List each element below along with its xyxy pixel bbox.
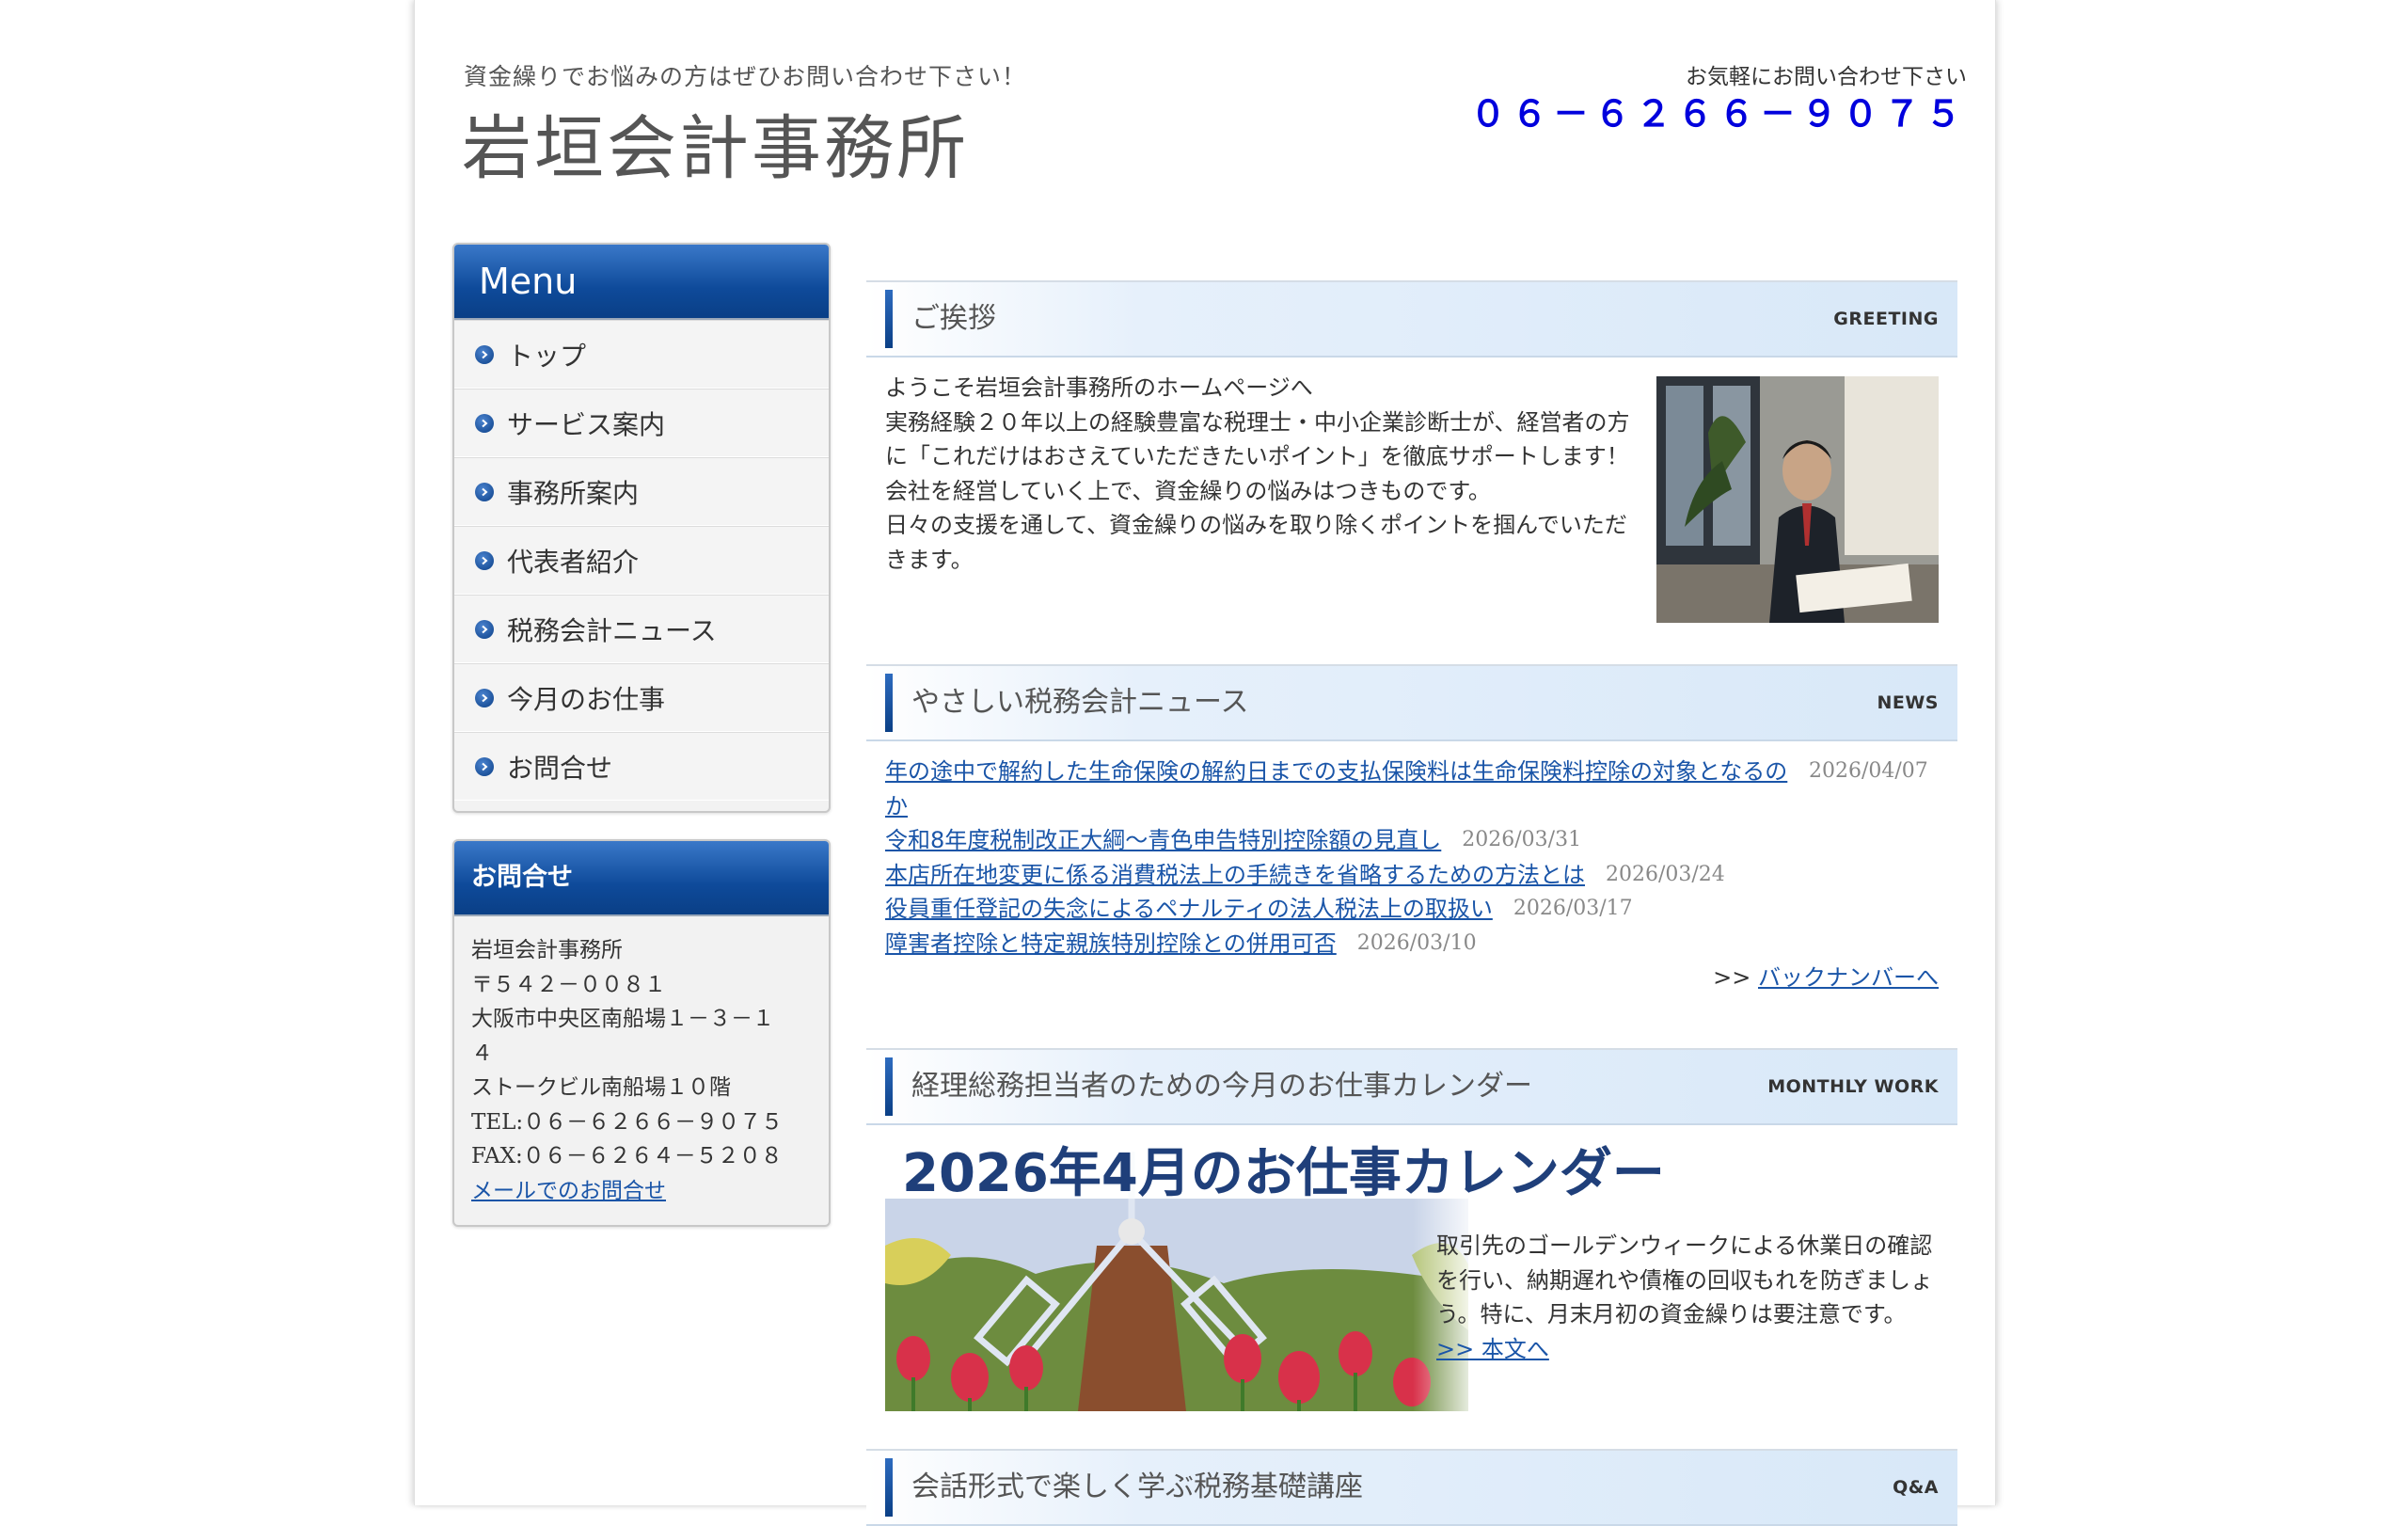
news-link[interactable]: 令和8年度税制改正大綱～青色申告特別控除額の見直し [885, 823, 1441, 858]
news-link[interactable]: 障害者控除と特定親族特別控除との併用可否 [885, 927, 1337, 962]
news-item: 役員重任登記の失念によるペナルティの法人税法上の取扱い 2026/03/17 [885, 892, 1939, 927]
greeting-section-header: ご挨拶 GREETING [866, 280, 1957, 358]
qa-title: 会話形式で楽しく学ぶ税務基礎講座 [911, 1470, 1363, 1503]
menu-item-representative[interactable]: 代表者紹介 [454, 526, 829, 595]
menu-item-monthly-work[interactable]: 今月のお仕事 [454, 663, 829, 732]
menu-item-label: 今月のお仕事 [507, 683, 666, 715]
postal-code: 〒５４２－００８１ [471, 972, 666, 997]
news-item: 本店所在地変更に係る消費税法上の手続きを省略するための方法とは 2026/03/… [885, 858, 1939, 893]
arrow-bullet-icon [475, 619, 494, 639]
menu-item-label: 代表者紹介 [507, 546, 640, 578]
menu-item-label: サービス案内 [507, 408, 666, 440]
phone-number: ０６－６２６６－９０７５ [1469, 93, 1967, 135]
news-tag: NEWS [1877, 692, 1939, 713]
menu-list: トップ サービス案内 事務所案内 代表者紹介 税務会計ニュース 今月のお仕事 お… [454, 320, 829, 801]
news-link[interactable]: 年の途中で解約した生命保険の解約日までの支払保険料は生命保険料控除の対象となるの… [885, 755, 1788, 823]
sidebar-menu: Menu トップ サービス案内 事務所案内 代表者紹介 税務会計ニュース 今月の… [452, 243, 831, 813]
section-accent-bar [885, 290, 893, 348]
menu-item-services[interactable]: サービス案内 [454, 389, 829, 457]
greeting-line: 実務経験２０年以上の経験豊富な税理士・中小企業診断士が、経営者の方に「これだけは… [885, 408, 1630, 470]
monthly-tag: MONTHLY WORK [1767, 1076, 1939, 1097]
representative-photo [1656, 376, 1939, 623]
back-number-link[interactable]: バックナンバーへ [1758, 964, 1939, 991]
sidebar-contact: お問合せ 岩垣会計事務所 〒５４２－００８１ 大阪市中央区南船場１－３－１ ４ … [452, 839, 831, 1227]
page-container: 資金繰りでお悩みの方はぜひお問い合わせ下さい！ 岩垣会計事務所 お気軽にお問い合… [414, 0, 1996, 1526]
menu-heading: Menu [454, 245, 829, 320]
calendar-banner-title: 2026年4月のお仕事カレンダー [902, 1143, 1665, 1204]
qa-tag: Q&A [1893, 1477, 1939, 1498]
menu-item-office[interactable]: 事務所案内 [454, 457, 829, 526]
arrow-bullet-icon [475, 344, 494, 364]
news-link[interactable]: 役員重任登記の失念によるペナルティの法人税法上の取扱い [885, 892, 1493, 927]
office-name: 岩垣会計事務所 [471, 938, 623, 962]
arrow-bullet-icon [475, 482, 494, 501]
menu-item-label: トップ [507, 340, 587, 372]
arrow-bullet-icon [475, 413, 494, 433]
menu-item-label: お問合せ [507, 752, 613, 784]
greeting-text: ようこそ岩垣会計事務所のホームページへ 実務経験２０年以上の経験豊富な税理士・中… [885, 371, 1647, 577]
news-item: 令和8年度税制改正大綱～青色申告特別控除額の見直し 2026/03/31 [885, 823, 1939, 858]
fax-number: FAX:０６－６２６４－５２０８ [471, 1144, 783, 1168]
menu-item-contact[interactable]: お問合せ [454, 732, 829, 801]
monthly-title: 経理総務担当者のための今月のお仕事カレンダー [911, 1070, 1532, 1103]
back-number-prefix: >> [1713, 964, 1758, 991]
qa-section-header: 会話形式で楽しく学ぶ税務基礎講座 Q&A [866, 1449, 1957, 1526]
section-accent-bar [885, 1458, 893, 1517]
monthly-section-header: 経理総務担当者のための今月のお仕事カレンダー MONTHLY WORK [866, 1048, 1957, 1125]
section-accent-bar [885, 674, 893, 732]
greeting-line: 日々の支援を通して、資金繰りの悩みを取り除くポイントを掴んでいただきます。 [885, 512, 1627, 573]
mail-contact-link[interactable]: メールでのお問合せ [471, 1179, 666, 1203]
header-tagline: 資金繰りでお悩みの方はぜひお問い合わせ下さい！ [464, 63, 1027, 90]
greeting-line: 会社を経営していく上で、資金繰りの悩みはつきものです。 [885, 477, 1491, 504]
monthly-text: 取引先のゴールデンウィークによる休業日の確認を行い、納期遅れや債権の回収もれを防… [1436, 1229, 1935, 1366]
arrow-bullet-icon [475, 688, 494, 707]
greeting-tag: GREETING [1833, 309, 1939, 329]
news-item: 障害者控除と特定親族特別控除との併用可否 2026/03/10 [885, 927, 1939, 962]
news-list: 年の途中で解約した生命保険の解約日までの支払保険料は生命保険料控除の対象となるの… [885, 755, 1939, 995]
tel-number: TEL:０６－６２６６－９０７５ [471, 1109, 784, 1135]
monthly-summary: 取引先のゴールデンウィークによる休業日の確認を行い、納期遅れや債権の回収もれを防… [1436, 1232, 1933, 1327]
news-date: 2026/03/17 [1513, 897, 1633, 920]
greeting-title: ご挨拶 [911, 302, 996, 335]
news-date: 2026/04/07 [1809, 759, 1928, 783]
address-line-cont: ４ [471, 1041, 493, 1066]
menu-item-news[interactable]: 税務会計ニュース [454, 595, 829, 663]
contact-details: 岩垣会計事務所 〒５４２－００８１ 大阪市中央区南船場１－３－１ ４ ストークビ… [454, 916, 829, 1225]
menu-item-top[interactable]: トップ [454, 320, 829, 389]
site-title[interactable]: 岩垣会計事務所 [462, 92, 969, 193]
news-section-header: やさしい税務会計ニュース NEWS [866, 664, 1957, 741]
address-line: 大阪市中央区南船場１－３－１ [471, 1007, 774, 1031]
greeting-line: ようこそ岩垣会計事務所のホームページへ [885, 374, 1313, 401]
news-date: 2026/03/31 [1462, 828, 1582, 851]
back-number: >> バックナンバーへ [885, 961, 1939, 995]
news-date: 2026/03/10 [1356, 930, 1477, 955]
news-item: 年の途中で解約した生命保険の解約日までの支払保険料は生命保険料控除の対象となるの… [885, 755, 1939, 823]
building-name: ストークビル南船場１０階 [471, 1075, 731, 1100]
news-date: 2026/03/24 [1606, 862, 1725, 886]
arrow-bullet-icon [475, 550, 494, 570]
news-link[interactable]: 本店所在地変更に係る消費税法上の手続きを省略するための方法とは [885, 858, 1585, 893]
arrow-bullet-icon [475, 756, 494, 776]
monthly-more-link[interactable]: >> 本文へ [1436, 1336, 1549, 1362]
menu-item-label: 事務所案内 [507, 477, 640, 509]
news-title: やさしい税務会計ニュース [911, 686, 1249, 719]
section-accent-bar [885, 1057, 893, 1116]
contact-heading: お問合せ [454, 841, 829, 916]
menu-item-label: 税務会計ニュース [507, 614, 717, 646]
